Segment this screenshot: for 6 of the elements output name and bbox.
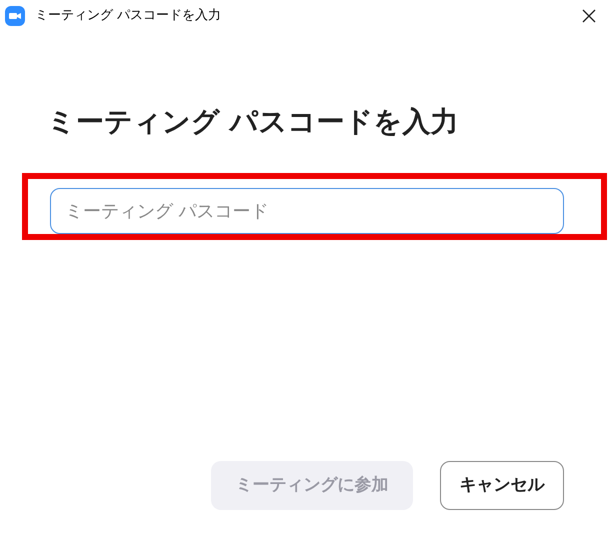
- passcode-field[interactable]: ミーティング パスコード: [50, 188, 564, 234]
- dialog-heading: ミーティング パスコードを入力: [47, 104, 460, 140]
- close-icon[interactable]: [582, 9, 596, 23]
- window-title: ミーティング パスコードを入力: [35, 7, 222, 26]
- cancel-button[interactable]: キャンセル: [440, 461, 564, 510]
- camera-icon: [5, 6, 25, 26]
